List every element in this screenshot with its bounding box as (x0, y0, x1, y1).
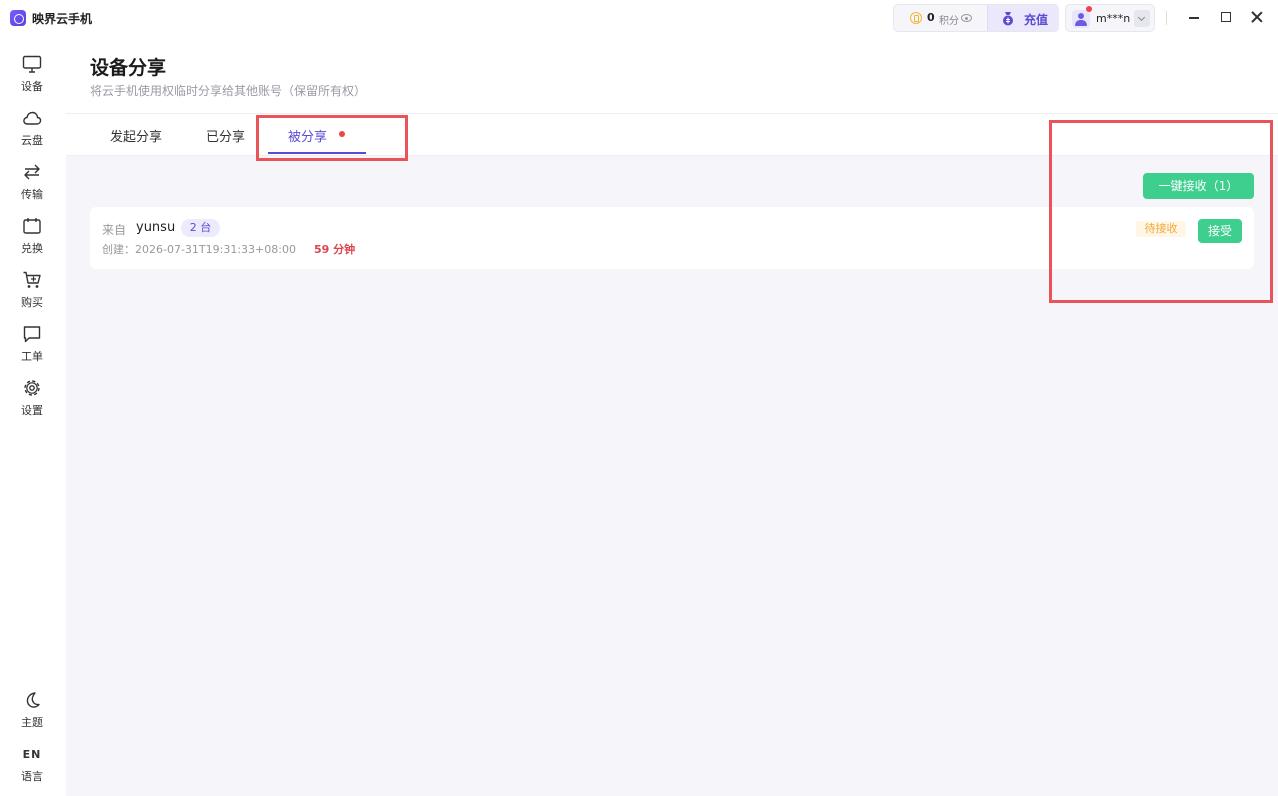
sidebar-item-label: 工单 (21, 350, 43, 363)
language-mark: EN (22, 748, 42, 761)
avatar-icon (1072, 10, 1090, 28)
tab-shared[interactable]: 已分享 (206, 126, 245, 145)
close-icon[interactable] (1250, 10, 1264, 24)
cloud-icon (23, 111, 42, 125)
sidebar-item-transfer[interactable]: 传输 (0, 158, 66, 208)
remaining-time: 59 分钟 (314, 243, 356, 256)
highlight-box-tab (256, 115, 408, 161)
sidebar-item-label: 兑换 (21, 242, 43, 255)
points-display[interactable]: 0 积分 (894, 5, 987, 31)
points-value: 0 (927, 11, 935, 24)
page-title: 设备分享 (90, 57, 167, 79)
sidebar-item-settings[interactable]: 设置 (0, 374, 66, 424)
gear-icon (24, 380, 40, 396)
created-time: 创建：2026-07-31T19:31:33+08:00 (102, 243, 296, 256)
points-recharge-group: 0 积分 充值 (893, 4, 1059, 32)
titlebar-divider (1166, 11, 1167, 25)
app-title: 映界云手机 (32, 12, 93, 26)
recharge-button[interactable]: 充值 (987, 5, 1059, 31)
app-logo-icon (10, 10, 26, 26)
tab-initiate-share[interactable]: 发起分享 (110, 126, 162, 145)
coin-icon (910, 12, 922, 24)
sidebar-item-label: 设置 (21, 404, 43, 417)
page-header: 设备分享 将云手机使用权临时分享给其他账号（保留所有权） (66, 36, 1278, 114)
transfer-arrows-icon (24, 164, 40, 180)
sidebar: 设备 云盘 传输 兑换 购买 工单 设置 主题 EN 语言 (0, 36, 66, 796)
sidebar-item-devices[interactable]: 设备 (0, 50, 66, 100)
monitor-icon (22, 55, 42, 73)
from-username: yunsu (136, 220, 176, 235)
chat-bubble-icon (23, 326, 41, 343)
points-label: 积分 (939, 16, 959, 27)
ticket-icon (23, 218, 41, 234)
user-menu[interactable]: m***n (1065, 4, 1155, 32)
minimize-icon[interactable] (1189, 17, 1199, 19)
highlight-box-actions (1049, 120, 1273, 303)
page-subtitle: 将云手机使用权临时分享给其他账号（保留所有权） (90, 84, 367, 98)
recharge-label: 充值 (1024, 13, 1049, 27)
sidebar-item-language[interactable]: EN 语言 (0, 744, 66, 794)
sidebar-item-cloud-disk[interactable]: 云盘 (0, 104, 66, 154)
moon-icon (26, 692, 40, 708)
notification-dot (1086, 6, 1092, 12)
sidebar-item-tickets[interactable]: 工单 (0, 320, 66, 370)
money-bag-icon (1003, 12, 1013, 26)
chevron-down-icon[interactable] (1134, 10, 1150, 27)
sidebar-item-label: 购买 (21, 296, 43, 309)
sidebar-item-label: 云盘 (21, 134, 43, 147)
sidebar-item-label: 语言 (21, 770, 43, 783)
title-bar: 映界云手机 0 积分 充值 m***n (0, 0, 1278, 36)
sidebar-item-theme[interactable]: 主题 (0, 686, 66, 736)
device-count-badge: 2 台 (181, 219, 220, 237)
maximize-icon[interactable] (1221, 12, 1231, 22)
sidebar-item-label: 传输 (21, 188, 43, 201)
username: m***n (1096, 12, 1131, 25)
eye-icon[interactable] (961, 14, 972, 22)
from-label: 来自 (102, 223, 127, 237)
sidebar-item-purchase[interactable]: 购买 (0, 266, 66, 316)
sidebar-item-label: 设备 (21, 80, 43, 93)
sidebar-item-redeem[interactable]: 兑换 (0, 212, 66, 262)
cart-icon (23, 271, 41, 288)
sidebar-item-label: 主题 (21, 716, 43, 729)
